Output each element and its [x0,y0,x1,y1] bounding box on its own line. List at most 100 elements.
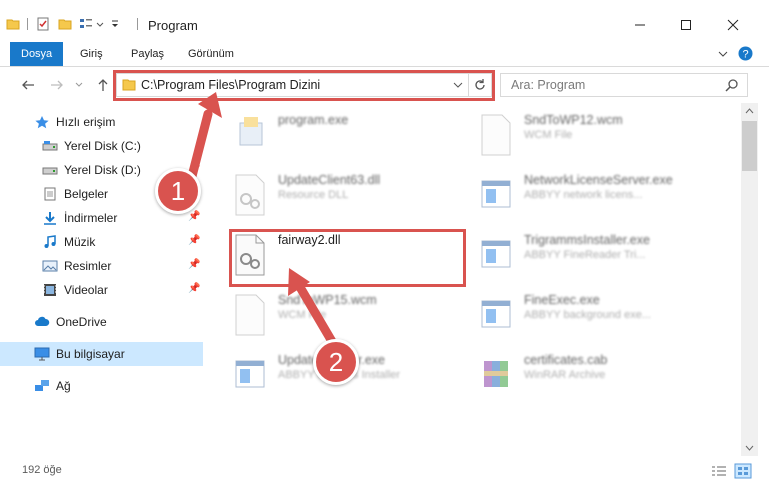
search-icon[interactable] [725,78,739,92]
sidebar-item-label: Hızlı erişim [56,115,116,129]
file-item[interactable]: program.exe [230,107,470,161]
file-name: FineExec.exe [524,293,600,307]
scroll-up-icon[interactable] [745,108,754,114]
file-item[interactable]: SndToWP12.wcm WCM File [476,107,716,161]
tab-home[interactable]: Giriş [69,42,114,66]
file-item[interactable]: NetworkLicenseServer.exe ABBYY network l… [476,167,716,221]
cloud-icon [35,316,50,326]
sidebar-item-label: İndirmeler [64,211,118,225]
chevron-down-icon [75,82,83,87]
file-item[interactable]: UpdateClient63.dll Resource DLL [230,167,470,221]
file-description: ABBYY network licens... [524,189,643,201]
archive-file-icon [484,361,508,387]
video-icon [44,284,56,296]
sidebar-item-onedrive[interactable]: OneDrive [0,310,203,334]
properties-icon[interactable] [36,17,50,31]
file-description: ABBYY FineReader Tri... [524,249,646,261]
chevron-down-icon[interactable] [95,17,105,31]
pin-icon[interactable]: 📌 [188,235,200,247]
forward-button[interactable] [47,76,67,94]
file-icon [481,114,511,156]
file-name: SndToWP15.wcm [278,293,377,307]
computer-icon [34,347,50,361]
svg-text:?: ? [742,49,748,61]
sidebar-item-music[interactable]: Müzik 📌 [0,230,203,254]
file-description: WCM File [278,309,327,321]
tab-file[interactable]: Dosya [10,42,64,66]
pin-icon[interactable]: 📌 [188,211,200,223]
star-icon [35,116,49,129]
maximize-button[interactable] [663,10,709,40]
minimize-button[interactable] [617,10,663,40]
file-item[interactable]: FineExec.exe ABBYY background exe... [476,287,716,341]
sidebar-item-network[interactable]: Ağ [0,374,203,398]
file-description: Resource DLL [278,189,349,201]
arrow-up-icon [98,79,108,91]
up-button[interactable] [93,76,113,94]
callout-step-1: 1 [155,168,201,214]
sidebar-item-label: Ağ [56,379,71,393]
search-box[interactable]: Ara: Program [500,73,748,97]
file-item[interactable]: TrigrammsInstaller.exe ABBYY FineReader … [476,227,716,281]
sidebar-item-label: OneDrive [56,315,107,329]
file-name: TrigrammsInstaller.exe [524,233,650,247]
view-options-icon[interactable] [79,17,93,31]
sidebar-item-label: Videolar [64,283,108,297]
file-name: SndToWP12.wcm [524,113,623,127]
pin-icon[interactable]: 📌 [188,283,200,295]
drive-icon [42,167,58,175]
close-button[interactable] [710,10,756,40]
file-item[interactable]: SndToWP15.wcm WCM File [230,287,470,341]
recent-locations-button[interactable] [73,76,85,94]
exe-file-icon [239,117,263,146]
sidebar-item-quick-access[interactable]: Hızlı erişim [0,110,203,134]
sidebar-item-this-pc[interactable]: Bu bilgisayar [0,342,203,366]
back-button[interactable] [18,76,38,94]
scroll-down-icon[interactable] [745,445,754,451]
sidebar-item-label: Müzik [64,235,96,249]
expand-ribbon-icon[interactable] [717,48,729,60]
sidebar-item-label: Resimler [64,259,112,273]
file-item[interactable]: certificates.cab WinRAR Archive [476,347,716,401]
customize-toolbar-icon[interactable] [110,17,120,31]
item-count: 192 öğe [22,464,62,476]
help-icon[interactable]: ? [738,46,753,61]
file-description: ABBYY background exe... [524,309,651,321]
scrollbar-thumb[interactable] [742,121,757,171]
separator [27,18,28,30]
dll-file-icon [235,174,265,216]
arrow-right-icon [51,80,63,90]
exe-file-icon [481,300,511,328]
pin-icon[interactable]: 📌 [188,259,200,271]
title-bar: Program [0,0,769,42]
close-icon [727,19,739,31]
status-bar: 192 öğe [0,456,769,493]
tab-view[interactable]: Görünüm [177,42,245,66]
search-placeholder[interactable]: Ara: Program [511,78,585,92]
vertical-scrollbar[interactable] [741,103,758,456]
address-bar-highlight [113,70,495,101]
details-view-icon[interactable] [711,465,727,478]
tab-share[interactable]: Paylaş [120,42,175,66]
maximize-icon [681,20,691,30]
navigation-pane: Hızlı erişim Yerel Disk (C:) Yerel Disk … [0,103,213,456]
new-folder-icon[interactable] [58,17,72,31]
large-icons-view-icon[interactable] [734,463,752,479]
exe-file-icon [481,180,511,208]
sidebar-item-videos[interactable]: Videolar 📌 [0,278,203,302]
sidebar-item-drive-c[interactable]: Yerel Disk (C:) [0,134,203,158]
sidebar-item-label: Belgeler [64,187,109,201]
sidebar-item-pictures[interactable]: Resimler 📌 [0,254,203,278]
network-icon [35,380,49,391]
documents-icon [44,187,56,201]
file-name: program.exe [278,113,349,127]
file-name: certificates.cab [524,353,608,367]
minimize-icon [635,24,645,26]
separator [137,18,138,30]
sidebar-item-label: Bu bilgisayar [56,347,125,361]
folder-icon [6,19,20,30]
exe-file-icon [235,360,265,388]
file-highlight [229,229,466,287]
window-title: Program [148,18,198,33]
pictures-icon [42,260,58,272]
